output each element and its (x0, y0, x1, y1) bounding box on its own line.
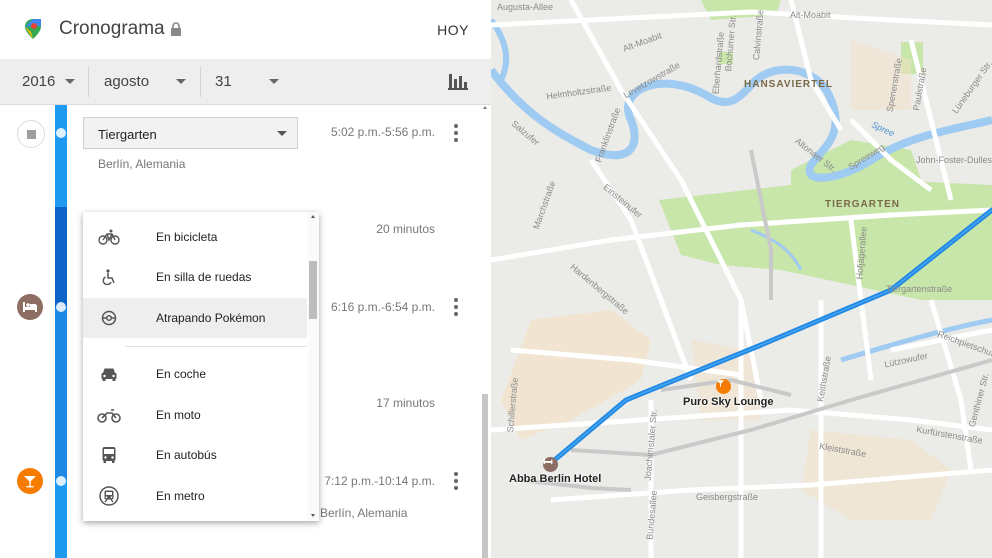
timeline-track-segment (55, 105, 67, 207)
menu-item-bicycle[interactable]: En bicicleta (83, 217, 307, 257)
place-time: 6:16 p.m.-6:54 p.m. (330, 300, 435, 314)
menu-item-label: En autobús (156, 448, 217, 462)
timeline-track-segment (55, 479, 67, 558)
poi-label[interactable]: Puro Sky Lounge (683, 396, 773, 408)
street-label: John-Foster-Dulles (916, 155, 992, 165)
cocktail-icon (24, 476, 36, 488)
place-time: 5:02 p.m.-5:56 p.m. (330, 125, 435, 139)
bar-marker-icon[interactable] (716, 379, 731, 394)
bed-icon (23, 302, 37, 312)
menu-item-label: En metro (156, 489, 205, 503)
menu-item-label: En coche (156, 367, 207, 381)
day-select[interactable]: 31 (215, 59, 285, 104)
menu-scrollbar-thumb[interactable] (309, 261, 317, 319)
scrollbar-thumb[interactable] (482, 394, 488, 558)
menu-divider (125, 346, 307, 347)
chevron-down-icon (65, 79, 75, 84)
timeline-dot (56, 302, 66, 312)
menu-item-wheelchair[interactable]: En silla de ruedas (83, 257, 307, 297)
today-button[interactable]: HOY (437, 22, 469, 38)
date-selector-bar: 2016 agosto 31 (0, 59, 491, 105)
day-value: 31 (215, 73, 232, 90)
hotel-marker-icon[interactable] (543, 457, 558, 472)
menu-item-car[interactable]: En coche (83, 354, 307, 394)
month-value: agosto (104, 73, 150, 90)
cocktail-icon (716, 380, 725, 387)
scroll-up-arrow[interactable] (311, 215, 315, 218)
timeline-scrollbar[interactable] (482, 106, 488, 558)
menu-item-label: Atrapando Pokémon (156, 311, 266, 325)
bar-cocktail-icon[interactable] (17, 468, 43, 494)
menu-item-pokemon[interactable]: Atrapando Pokémon (83, 298, 307, 338)
more-options-icon[interactable] (452, 298, 460, 316)
place-type-icon[interactable] (17, 120, 45, 148)
square-stop-icon (26, 129, 36, 139)
google-maps-logo (25, 19, 41, 39)
menu-scrollbar[interactable] (308, 212, 319, 521)
divider (200, 67, 201, 97)
motorcycle-icon (97, 404, 121, 426)
menu-item-bus[interactable]: En autobús (83, 435, 307, 475)
bus-icon (97, 444, 121, 466)
activity-type-menu: En bicicleta En silla de ruedas Atrapand… (83, 212, 319, 521)
place-time: 7:12 p.m.-10:14 p.m. (324, 474, 435, 488)
place-location: Berlín, Alemania (320, 506, 408, 520)
menu-item-subway[interactable]: En metro (83, 476, 307, 516)
bar-chart-icon[interactable] (448, 72, 468, 90)
subway-icon (97, 485, 121, 507)
timeline-dot (56, 476, 66, 486)
timeline-track-segment (55, 207, 67, 307)
year-select[interactable]: 2016 (22, 59, 82, 104)
timeline-dot (56, 128, 66, 138)
place-location: Berlín, Alemania (98, 157, 186, 171)
page-title: Cronograma (59, 18, 165, 39)
menu-item-label: En silla de ruedas (156, 270, 252, 284)
menu-item-label: En bicicleta (156, 230, 218, 244)
scroll-up-arrow[interactable] (483, 106, 487, 109)
timeline-panel: Cronograma HOY 2016 agosto 31 Tiergarten… (0, 0, 491, 558)
timeline-track-segment (55, 307, 67, 479)
hotel-bed-icon[interactable] (17, 294, 43, 320)
month-select[interactable]: agosto (104, 59, 194, 104)
district-label: HANSAVIERTEL (744, 79, 834, 90)
app-header: Cronograma HOY (0, 0, 491, 59)
scroll-down-arrow[interactable] (311, 514, 315, 517)
chevron-down-icon (176, 79, 186, 84)
car-icon (97, 363, 121, 385)
place-name-select[interactable]: Tiergarten (83, 117, 298, 149)
more-options-icon[interactable] (452, 472, 460, 490)
divider (88, 67, 89, 97)
movement-duration: 17 minutos (376, 396, 435, 410)
district-label: TIERGARTEN (825, 199, 900, 210)
place-name: Tiergarten (98, 127, 157, 142)
menu-item-label: En moto (156, 408, 201, 422)
menu-item-motorcycle[interactable]: En moto (83, 395, 307, 435)
lock-icon (171, 22, 181, 36)
street-label: Augusta-Allee (497, 2, 554, 12)
pokeball-icon (97, 307, 121, 329)
bed-icon (543, 457, 553, 465)
street-label: Alt-Moabit (790, 10, 831, 20)
bicycle-icon (97, 226, 121, 248)
poi-label[interactable]: Abba Berlin Hotel (509, 473, 601, 485)
chevron-down-icon (277, 131, 287, 136)
street-label: Tiergartenstraße (886, 284, 953, 294)
chevron-down-icon (269, 79, 279, 84)
year-value: 2016 (22, 73, 56, 90)
street-label: Geisbergstraße (696, 492, 759, 502)
wheelchair-icon (97, 266, 121, 288)
map-view[interactable]: HANSAVIERTEL TIERGARTEN Augusta-Allee Al… (491, 0, 992, 558)
more-options-icon[interactable] (452, 124, 460, 142)
movement-duration: 20 minutos (376, 222, 435, 236)
